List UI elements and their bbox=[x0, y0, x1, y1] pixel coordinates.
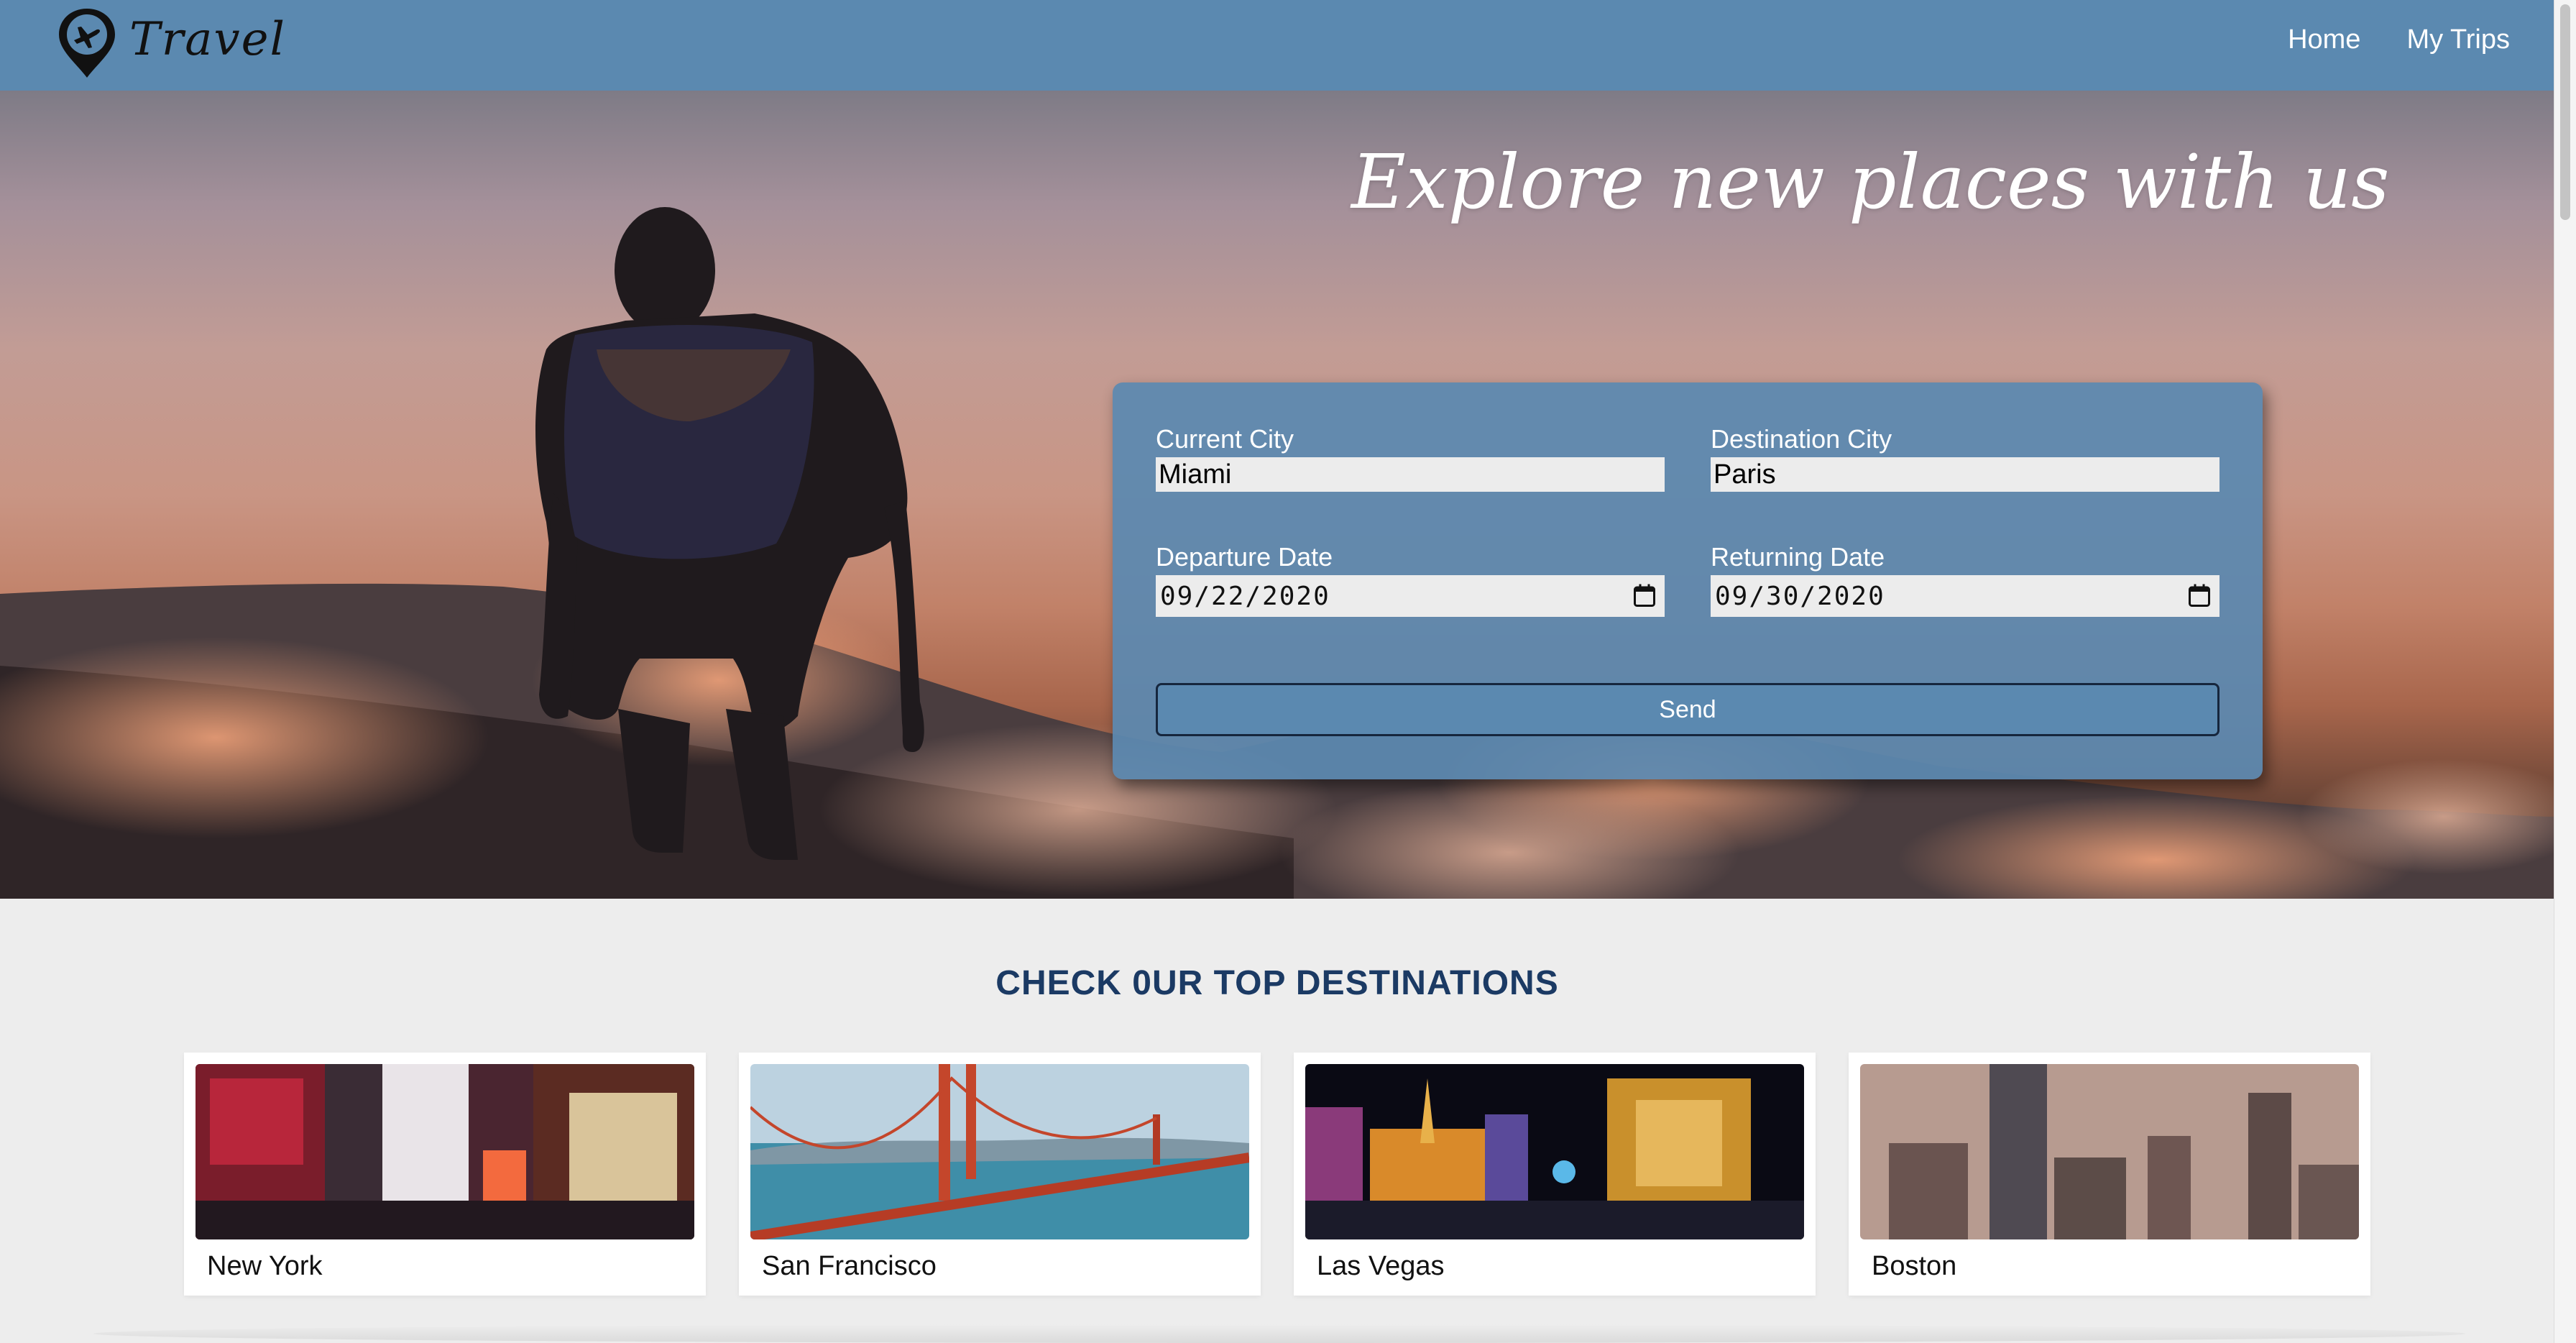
destination-name: Boston bbox=[1872, 1251, 1957, 1281]
destination-name: Las Vegas bbox=[1317, 1251, 1445, 1281]
departure-date-value: 09/22/2020 bbox=[1160, 581, 1330, 611]
destination-city-input[interactable] bbox=[1711, 457, 2220, 492]
nav-home-link[interactable]: Home bbox=[2288, 24, 2360, 55]
destination-card-boston[interactable]: Boston bbox=[1849, 1053, 2370, 1296]
new-york-image bbox=[196, 1064, 694, 1239]
current-city-field: Current City bbox=[1156, 424, 1665, 492]
nav-links: Home My Trips bbox=[2288, 24, 2510, 55]
las-vegas-image bbox=[1305, 1064, 1804, 1239]
calendar-icon[interactable] bbox=[1632, 583, 1657, 609]
destination-card-las-vegas[interactable]: Las Vegas bbox=[1294, 1053, 1816, 1296]
destination-card-san-francisco[interactable]: San Francisco bbox=[739, 1053, 1261, 1296]
returning-date-input[interactable]: 09/30/2020 bbox=[1711, 575, 2220, 617]
departure-date-input[interactable]: 09/22/2020 bbox=[1156, 575, 1665, 617]
scrollbar-thumb[interactable] bbox=[2560, 4, 2570, 220]
current-city-input[interactable] bbox=[1156, 457, 1665, 492]
top-navbar: Travel Home My Trips bbox=[0, 0, 2554, 91]
section-heading: CHECK 0UR TOP DESTINATIONS bbox=[995, 964, 1559, 1002]
returning-date-value: 09/30/2020 bbox=[1715, 581, 1885, 611]
nav-my-trips-link[interactable]: My Trips bbox=[2406, 24, 2510, 55]
departure-date-field: Departure Date 09/22/2020 bbox=[1156, 542, 1665, 617]
footer-shadow bbox=[93, 1324, 2465, 1343]
trip-search-form: Current City Destination City Departure … bbox=[1113, 382, 2263, 779]
returning-date-label: Returning Date bbox=[1711, 542, 1885, 572]
destination-card-new-york[interactable]: New York bbox=[184, 1053, 706, 1296]
destination-city-label: Destination City bbox=[1711, 424, 1892, 454]
current-city-label: Current City bbox=[1156, 424, 1294, 454]
departure-date-label: Departure Date bbox=[1156, 542, 1333, 572]
brand-name[interactable]: Travel bbox=[129, 13, 286, 66]
destination-city-field: Destination City bbox=[1711, 424, 2220, 492]
returning-date-field: Returning Date 09/30/2020 bbox=[1711, 542, 2220, 617]
hero-banner: Explore new places with us Current City … bbox=[0, 91, 2554, 899]
send-button[interactable]: Send bbox=[1156, 683, 2220, 736]
san-francisco-image bbox=[750, 1064, 1249, 1239]
page-scrollbar[interactable] bbox=[2554, 0, 2576, 1343]
plane-pin-icon[interactable] bbox=[55, 6, 134, 81]
destination-name: New York bbox=[207, 1251, 323, 1281]
calendar-icon[interactable] bbox=[2186, 583, 2212, 609]
boston-image bbox=[1860, 1064, 2359, 1239]
destination-name: San Francisco bbox=[762, 1251, 937, 1281]
hero-title: Explore new places with us bbox=[1351, 138, 2390, 226]
